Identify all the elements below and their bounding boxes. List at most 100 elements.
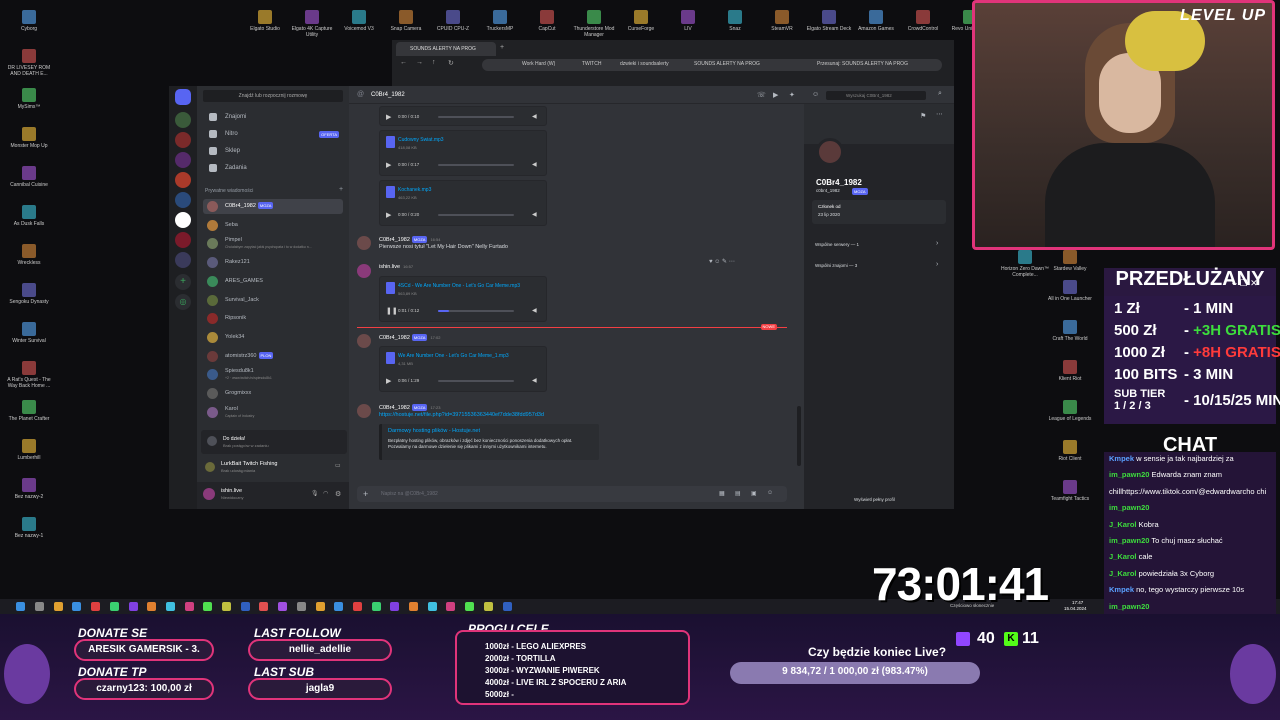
server-icon[interactable] <box>175 152 191 168</box>
desktop-shortcut[interactable]: Riot Client <box>1043 440 1097 462</box>
desktop-shortcut[interactable]: Lumberhill <box>2 439 56 461</box>
desktop-shortcut[interactable]: CPUID CPU-Z <box>426 10 480 32</box>
taskbar-app-icon[interactable] <box>109 602 119 611</box>
server-icon[interactable] <box>175 112 191 128</box>
taskbar-app-icon[interactable] <box>72 602 82 611</box>
message-author[interactable]: C0Br4_1982 <box>379 237 410 243</box>
back-icon[interactable]: ← <box>400 59 407 66</box>
server-icon[interactable] <box>175 212 191 228</box>
settings-gear-icon[interactable]: ⚙ <box>335 490 341 498</box>
audio-filename[interactable]: 4SCd - We Are Number One - Let's Go Car … <box>398 283 520 289</box>
call-icon[interactable]: ☏ <box>757 91 766 99</box>
emoji-icon[interactable]: ☺ <box>767 490 773 496</box>
play-button[interactable]: ▶ <box>386 113 391 121</box>
desktop-shortcut[interactable]: The Planet Crafter <box>2 400 56 422</box>
volume-icon[interactable]: ◀ <box>532 113 537 120</box>
desktop-shortcut[interactable]: Bez nazwy-2 <box>2 478 56 500</box>
audio-progress[interactable] <box>438 310 514 312</box>
play-button[interactable]: ▶ <box>386 161 391 169</box>
bookmark-twitch[interactable]: TWITCH <box>582 61 601 67</box>
desktop-shortcut[interactable]: CurseForge <box>614 10 668 32</box>
gift-icon[interactable]: ▦ <box>719 490 725 497</box>
desktop-shortcut[interactable]: Klient Riot <box>1043 360 1097 382</box>
headphones-icon[interactable]: ◠ <box>323 490 328 497</box>
dm-item[interactable]: Ripsonik <box>203 311 343 326</box>
desktop-shortcut[interactable]: Wreckless <box>2 244 56 266</box>
message-avatar[interactable] <box>357 404 371 418</box>
new-dm-icon[interactable]: + <box>339 186 343 193</box>
audio-progress[interactable] <box>438 164 514 166</box>
audio-progress[interactable] <box>438 116 514 118</box>
link-embed[interactable]: Darmowy hosting plików - Hostuje.net Bezp… <box>379 424 599 460</box>
taskbar-app-icon[interactable] <box>91 602 101 611</box>
taskbar-app-icon[interactable] <box>465 602 475 611</box>
server-icon[interactable] <box>175 132 191 148</box>
dm-item[interactable]: Rakez121 <box>203 255 343 270</box>
desktop-shortcut[interactable]: LIV <box>661 10 715 32</box>
dm-item[interactable]: Karol Captain of Industry <box>203 405 343 420</box>
desktop-shortcut[interactable]: Snap Camera <box>379 10 433 32</box>
dm-item[interactable]: Spiesdu8k1 +2 · www.twitch.tv/spiesdu8k1 <box>203 367 343 382</box>
desktop-shortcut[interactable]: Snaz <box>708 10 762 32</box>
add-attachment-icon[interactable]: + <box>363 489 368 499</box>
bookmark-work[interactable]: Work Hard (W) <box>522 61 555 67</box>
audio-progress[interactable] <box>438 214 514 216</box>
desktop-shortcut[interactable]: Cyborg <box>2 10 56 32</box>
new-tab-icon[interactable]: + <box>500 44 504 51</box>
taskbar-app-icon[interactable] <box>203 602 213 611</box>
taskbar-app-icon[interactable] <box>222 602 231 611</box>
desktop-shortcut[interactable]: Teamfight Tactics <box>1043 480 1097 502</box>
volume-icon[interactable]: ◀ <box>532 377 537 384</box>
play-button[interactable]: ▶ <box>386 377 391 385</box>
audio-filename[interactable]: Cudowny Swiat.mp3 <box>398 137 444 143</box>
desktop-shortcut[interactable]: All in One Launcher <box>1043 280 1097 302</box>
more-icon[interactable]: ⋯ <box>936 110 943 118</box>
up-icon[interactable]: ↑ <box>432 59 436 66</box>
bookmark-sounds[interactable]: SOUNDS ALERTY NA PROG <box>694 61 760 67</box>
bookmark-dzwieki[interactable]: dzwieki i soundsalerty <box>620 61 669 67</box>
forward-icon[interactable]: → <box>416 59 423 66</box>
add-friend-icon[interactable]: ☺ <box>812 91 819 98</box>
activity[interactable]: LurkBait Twitch Fishing Brak udostępnian… <box>201 458 347 476</box>
add-server-icon[interactable]: + <box>175 274 191 290</box>
view-full-profile-link[interactable]: Wyświetl pełny profil <box>854 497 895 502</box>
profile-avatar[interactable] <box>816 138 844 166</box>
desktop-shortcut[interactable]: Sengoku Dynasty <box>2 283 56 305</box>
refresh-icon[interactable]: ↻ <box>448 59 454 67</box>
volume-icon[interactable]: ◀ <box>532 307 537 314</box>
desktop-shortcut[interactable]: Amazon Games <box>849 10 903 32</box>
windows-start-icon[interactable] <box>16 602 25 611</box>
taskbar-app-icon[interactable] <box>334 602 344 611</box>
taskbar-app-icon[interactable] <box>240 602 250 611</box>
desktop-shortcut[interactable]: Elgato Studio <box>238 10 292 32</box>
audio-progress[interactable] <box>438 380 514 382</box>
mutual-friends[interactable]: Wspólni znajomi — 3 › <box>812 259 946 273</box>
audio-filename[interactable]: Kochanek.mp3 <box>398 187 431 193</box>
taskbar-app-icon[interactable] <box>483 602 493 611</box>
desktop-shortcut[interactable]: Craft The World <box>1043 320 1097 342</box>
server-icon[interactable] <box>175 192 191 208</box>
quest-notice[interactable]: Do dzieła! Brak postępów w zadaniu <box>201 430 347 454</box>
desktop-shortcut[interactable]: As Dusk Falls <box>2 205 56 227</box>
dm-item[interactable]: atomistrz360 PLON <box>203 349 343 364</box>
message-avatar[interactable] <box>357 264 371 278</box>
taskbar-app-icon[interactable] <box>409 602 418 611</box>
desktop-shortcut[interactable]: Monster Mop Up <box>2 127 56 149</box>
mutual-servers[interactable]: Wspólne serwery — 1 › <box>812 238 946 252</box>
dm-search-input[interactable]: Znajdź lub rozpocznij rozmowę <box>203 90 343 102</box>
taskbar-app-icon[interactable] <box>427 602 437 611</box>
sticker-icon[interactable]: ▣ <box>751 490 757 497</box>
taskbar-app-icon[interactable] <box>390 602 400 611</box>
dm-item[interactable]: Grogmixxx <box>203 386 343 401</box>
taskbar-app-icon[interactable] <box>446 602 456 611</box>
nav-shop[interactable]: Sklep <box>203 144 343 158</box>
desktop-shortcut[interactable]: MySims™ <box>2 88 56 110</box>
server-icon[interactable] <box>175 172 191 188</box>
nav-nitro[interactable]: Nitro OFERTA <box>203 127 343 141</box>
desktop-shortcut[interactable]: Voicemod V3 <box>332 10 386 32</box>
taskbar-app-icon[interactable] <box>352 602 362 611</box>
desktop-shortcut[interactable]: Elgato Stream Deck <box>802 10 856 32</box>
taskbar-app-icon[interactable] <box>165 602 175 611</box>
taskbar-app-icon[interactable] <box>315 602 325 611</box>
taskbar-app-icon[interactable] <box>371 602 381 611</box>
